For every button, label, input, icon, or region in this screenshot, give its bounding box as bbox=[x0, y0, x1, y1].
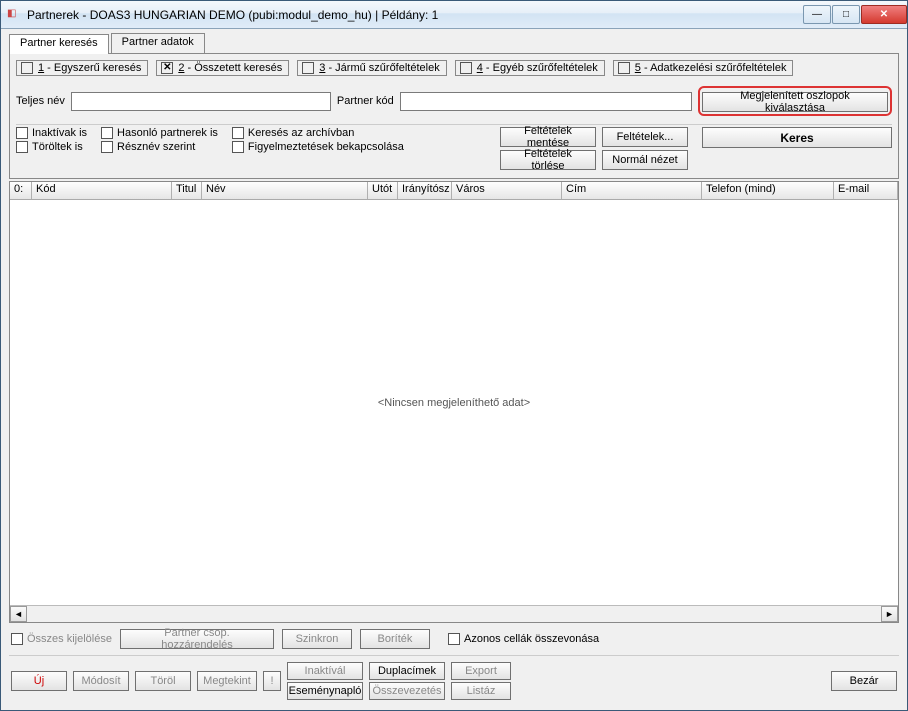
duplicates-button[interactable]: Duplacímek bbox=[369, 662, 445, 680]
stack-a: Inaktívál Eseménynapló bbox=[287, 662, 363, 700]
grid-header-selector[interactable]: 0: bbox=[10, 182, 32, 199]
search-button[interactable]: Keres bbox=[702, 127, 892, 148]
grid-header-suffix[interactable]: Utót bbox=[368, 182, 398, 199]
view-button[interactable]: Megtekint bbox=[197, 671, 257, 691]
checkbox-icon bbox=[460, 62, 472, 74]
check-col-1: Inaktívak is Töröltek is bbox=[16, 127, 87, 153]
merge-button[interactable]: Összevezetés bbox=[369, 682, 445, 700]
checkbox-icon bbox=[101, 127, 113, 139]
stack-b: Duplacímek Összevezetés bbox=[369, 662, 445, 700]
search-panel: 1 - Egyszerű keresés ✕ 2 - Összetett ker… bbox=[9, 53, 899, 179]
partnercode-label: Partner kód bbox=[337, 95, 394, 107]
grid-header-email[interactable]: E-mail bbox=[834, 182, 898, 199]
checkbox-icon bbox=[11, 633, 23, 645]
sync-button[interactable]: Szinkron bbox=[282, 629, 352, 649]
tab-partner-search[interactable]: Partner keresés bbox=[9, 34, 109, 54]
checkbox-icon bbox=[232, 127, 244, 139]
subtab-datahandling[interactable]: 5 - Adatkezelési szűrőfeltételek bbox=[613, 60, 794, 76]
close-button[interactable]: ✕ bbox=[861, 5, 907, 24]
check-select-all[interactable]: Összes kijelölése bbox=[11, 633, 112, 645]
export-button[interactable]: Export bbox=[451, 662, 511, 680]
inactivate-button[interactable]: Inaktívál bbox=[287, 662, 363, 680]
app-window: ◧ Partnerek - DOAS3 HUNGARIAN DEMO (pubi… bbox=[0, 0, 908, 711]
check-merge-cells[interactable]: Azonos cellák összevonása bbox=[448, 633, 599, 645]
check-inactive[interactable]: Inaktívak is bbox=[16, 127, 87, 139]
grid-header-title[interactable]: Titul bbox=[172, 182, 202, 199]
check-warnings[interactable]: Figyelmeztetések bekapcsolása bbox=[232, 141, 404, 153]
checkbox-icon: ✕ bbox=[161, 62, 173, 74]
scroll-left-icon[interactable]: ◄ bbox=[10, 606, 27, 622]
main-tabs: Partner keresés Partner adatok bbox=[9, 33, 899, 53]
maximize-button[interactable]: □ bbox=[832, 5, 860, 24]
checkbox-icon bbox=[21, 62, 33, 74]
titlebar[interactable]: ◧ Partnerek - DOAS3 HUNGARIAN DEMO (pubi… bbox=[1, 1, 907, 29]
horizontal-scrollbar[interactable]: ◄ ► bbox=[10, 605, 898, 622]
grid-header-phone[interactable]: Telefon (mind) bbox=[702, 182, 834, 199]
options-row: Inaktívak is Töröltek is Hasonló partner… bbox=[16, 124, 892, 174]
crud-buttons: Új Módosít Töröl Megtekint ! Inaktívál E… bbox=[11, 662, 511, 700]
grid-header-zip[interactable]: Irányítósz bbox=[398, 182, 452, 199]
checkbox-icon bbox=[232, 141, 244, 153]
checkbox-icon bbox=[101, 141, 113, 153]
checkbox-icon bbox=[618, 62, 630, 74]
close-dialog-button[interactable]: Bezár bbox=[831, 671, 897, 691]
scroll-right-icon[interactable]: ► bbox=[881, 606, 898, 622]
stack-c: Export Listáz bbox=[451, 662, 511, 700]
window-controls: — □ ✕ bbox=[802, 5, 907, 24]
save-conditions-button[interactable]: Feltételek mentése bbox=[500, 127, 596, 147]
cond-btn-col-1: Feltételek mentése Feltételek törlése bbox=[500, 127, 596, 170]
app-icon: ◧ bbox=[7, 8, 21, 22]
checkbox-icon bbox=[16, 141, 28, 153]
grid-header-city[interactable]: Város bbox=[452, 182, 562, 199]
checkbox-icon bbox=[448, 633, 460, 645]
check-similar[interactable]: Hasonló partnerek is bbox=[101, 127, 218, 139]
check-partname[interactable]: Résznév szerint bbox=[101, 141, 218, 153]
envelope-button[interactable]: Boríték bbox=[360, 629, 430, 649]
check-col-2: Hasonló partnerek is Résznév szerint bbox=[101, 127, 218, 153]
grid-header-code[interactable]: Kód bbox=[32, 182, 172, 199]
highlighted-area: Megjelenített oszlopok kiválasztása bbox=[698, 86, 892, 116]
eventlog-button[interactable]: Eseménynapló bbox=[287, 682, 363, 700]
check-deleted[interactable]: Töröltek is bbox=[16, 141, 87, 153]
cond-btn-col-2: Feltételek... Normál nézet bbox=[602, 127, 688, 170]
tab-partner-data[interactable]: Partner adatok bbox=[111, 33, 205, 53]
results-grid: 0: Kód Titul Név Utót Irányítósz Város C… bbox=[9, 181, 899, 623]
grid-header: 0: Kód Titul Név Utót Irányítósz Város C… bbox=[10, 182, 898, 200]
normal-view-button[interactable]: Normál nézet bbox=[602, 150, 688, 170]
delete-conditions-button[interactable]: Feltételek törlése bbox=[500, 150, 596, 170]
group-assign-button[interactable]: Partner csop. hozzárendelés bbox=[120, 629, 274, 649]
conditions-button[interactable]: Feltételek... bbox=[602, 127, 688, 147]
scroll-track[interactable] bbox=[27, 606, 881, 622]
check-col-3: Keresés az archívban Figyelmeztetések be… bbox=[232, 127, 404, 153]
footer-row-1: Összes kijelölése Partner csop. hozzáren… bbox=[9, 623, 899, 655]
check-archive[interactable]: Keresés az archívban bbox=[232, 127, 404, 139]
fullname-label: Teljes név bbox=[16, 95, 65, 107]
column-select-button[interactable]: Megjelenített oszlopok kiválasztása bbox=[702, 92, 888, 112]
subtab-vehicle[interactable]: 3 - Jármű szűrőfeltételek bbox=[297, 60, 446, 76]
delete-button[interactable]: Töröl bbox=[135, 671, 191, 691]
partnercode-input[interactable] bbox=[400, 92, 692, 111]
content-area: Partner keresés Partner adatok 1 - Egysz… bbox=[1, 29, 907, 710]
list-button[interactable]: Listáz bbox=[451, 682, 511, 700]
subtab-simple[interactable]: 1 - Egyszerű keresés bbox=[16, 60, 148, 76]
grid-body: <Nincsen megjeleníthető adat> bbox=[10, 200, 898, 605]
grid-header-address[interactable]: Cím bbox=[562, 182, 702, 199]
minimize-button[interactable]: — bbox=[803, 5, 831, 24]
name-code-row: Teljes név Partner kód Megjelenített osz… bbox=[16, 82, 892, 124]
window-title: Partnerek - DOAS3 HUNGARIAN DEMO (pubi:m… bbox=[27, 8, 802, 22]
fullname-input[interactable] bbox=[71, 92, 331, 111]
checkbox-icon bbox=[16, 127, 28, 139]
modify-button[interactable]: Módosít bbox=[73, 671, 129, 691]
grid-empty-text: <Nincsen megjeleníthető adat> bbox=[378, 397, 530, 409]
bang-button[interactable]: ! bbox=[263, 671, 281, 691]
grid-header-name[interactable]: Név bbox=[202, 182, 368, 199]
search-btn-wrap: Keres bbox=[702, 127, 892, 148]
filter-subtabs: 1 - Egyszerű keresés ✕ 2 - Összetett ker… bbox=[16, 58, 892, 82]
footer-row-2: Új Módosít Töröl Megtekint ! Inaktívál E… bbox=[9, 655, 899, 702]
new-button[interactable]: Új bbox=[11, 671, 67, 691]
subtab-other[interactable]: 4 - Egyéb szűrőfeltételek bbox=[455, 60, 605, 76]
subtab-complex[interactable]: ✕ 2 - Összetett keresés bbox=[156, 60, 289, 76]
checkbox-icon bbox=[302, 62, 314, 74]
